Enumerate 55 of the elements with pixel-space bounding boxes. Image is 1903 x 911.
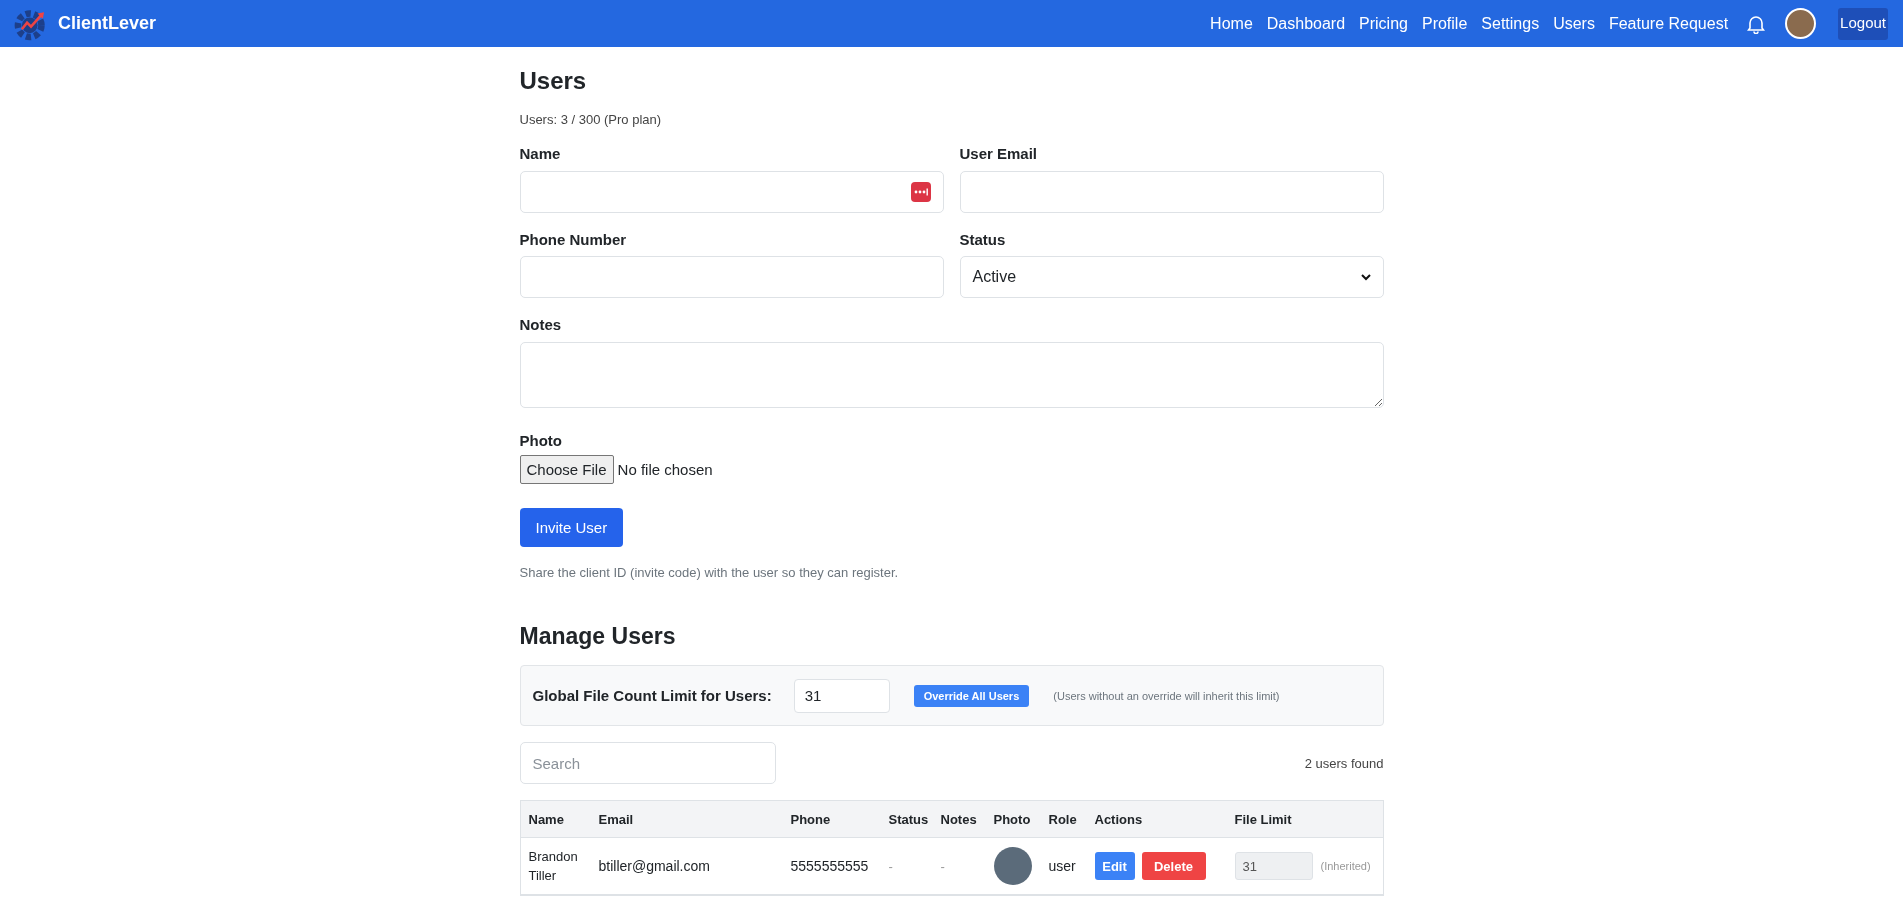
table-cell: btiller@gmail.com (598, 857, 710, 874)
logout-button[interactable]: Logout (1838, 7, 1888, 40)
file-status: No file chosen (617, 459, 713, 480)
invite-user-button[interactable]: Invite User (519, 508, 624, 548)
override-all-button[interactable]: Override All Users (913, 684, 1030, 707)
field-label: Name (519, 144, 562, 165)
results-count: 2 users found (1304, 754, 1384, 773)
text-field[interactable] (959, 170, 1384, 213)
column-header: Photo (993, 812, 1031, 828)
choose-file-button[interactable]: Choose File (519, 455, 614, 485)
nav-link[interactable]: Feature Request (1601, 11, 1736, 36)
field-label: Photo (519, 430, 563, 451)
table-cell: user (1048, 857, 1076, 874)
nav-link[interactable]: Profile (1414, 11, 1475, 36)
help-text: Share the client ID (invite code) with the user so they can register. (519, 564, 900, 583)
table-cell: - (940, 858, 945, 874)
field-label: Notes (519, 315, 563, 336)
column-header: Name (528, 812, 564, 828)
file-limit-field[interactable]: 31 (1234, 852, 1313, 881)
column-header: Actions (1094, 812, 1143, 828)
password-manager-icon[interactable] (910, 181, 931, 202)
limit-note: (Users without an override will inherit this limit) (1053, 688, 1280, 704)
edit-button[interactable]: Edit (1094, 852, 1135, 881)
chevron-down-icon (1360, 273, 1371, 281)
table-cell: - (888, 858, 893, 874)
notes-field[interactable] (519, 341, 1384, 408)
usage-text: Users: 3 / 300 (Pro plan) (519, 110, 663, 129)
search-field[interactable]: Search (519, 742, 776, 785)
bell-icon[interactable] (1747, 13, 1766, 34)
column-header: Role (1048, 812, 1077, 828)
column-header: File Limit (1234, 812, 1292, 828)
nav-link[interactable]: Users (1546, 11, 1602, 36)
section-title: Manage Users (519, 621, 677, 651)
inherited-note: (Inherited) (1320, 859, 1371, 875)
file-limit-field[interactable]: 31 (793, 678, 890, 713)
table-cell: 5555555555 (790, 857, 869, 874)
text-field[interactable] (519, 256, 944, 299)
column-header: Phone (790, 812, 831, 828)
field-label: User Email (959, 144, 1039, 165)
nav-link[interactable]: Pricing (1352, 11, 1415, 36)
table-cell-text: Brandon Tiller (528, 847, 579, 886)
column-header: Notes (940, 812, 977, 828)
file-limit-label: Global File Count Limit for Users: (532, 685, 772, 706)
text-field[interactable] (519, 170, 944, 213)
status-select[interactable]: Active (959, 256, 1384, 299)
delete-button[interactable]: Delete (1141, 852, 1206, 881)
nav-link[interactable]: Settings (1474, 11, 1547, 36)
brand-link[interactable]: ClientLever (58, 10, 157, 37)
nav-link[interactable]: Dashboard (1259, 11, 1353, 36)
column-header: Status (888, 812, 929, 828)
field-label: Status (959, 229, 1007, 250)
column-header: Email (598, 812, 634, 828)
nav-link[interactable]: Home (1203, 11, 1260, 36)
field-label: Phone Number (519, 229, 628, 250)
page-title: Users (519, 67, 588, 96)
